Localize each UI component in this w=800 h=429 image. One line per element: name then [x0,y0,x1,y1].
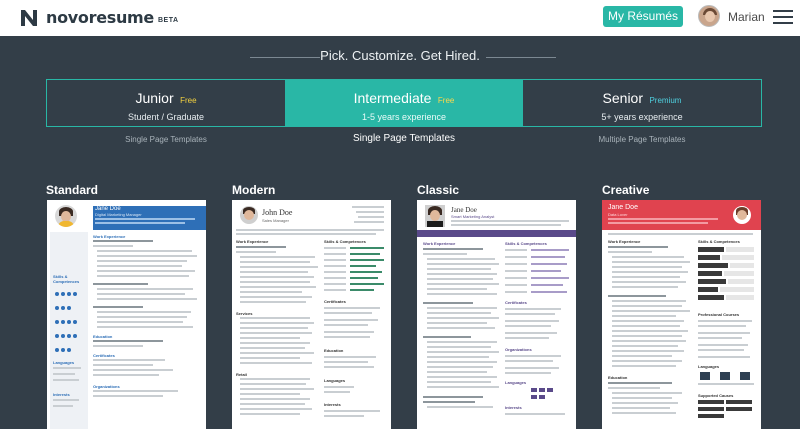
junior-templates-label: Single Page Templates [125,135,207,144]
template-title-creative: Creative [602,183,650,197]
resume-photo [425,205,445,227]
resume-role: Smart Marketing Analyst [451,214,495,219]
tagline: Pick. Customize. Get Hired. [320,48,480,63]
resume-role: Data Lover [608,212,628,217]
novoresume-logo-icon [20,9,38,27]
tab-subtitle: 5+ years experience [601,112,683,122]
resume-photo [240,206,258,224]
tab-badge: Free [180,96,197,105]
divider [486,57,556,58]
tab-senior[interactable]: Senior Premium 5+ years experience [523,80,761,126]
tab-badge: Premium [649,96,682,105]
experience-level-tabs: Junior Free Student / Graduate Intermedi… [46,79,762,127]
template-card-creative[interactable]: Jane Doe Data Lover Work Experience Educ… [602,200,761,429]
resume-photo [55,205,77,227]
tab-label: Senior [602,90,643,106]
beta-badge: BETA [158,17,179,24]
resume-name: Jane Doe [608,204,638,211]
hamburger-menu-icon[interactable] [773,10,793,24]
contact-bar [417,230,576,237]
template-card-standard[interactable]: Jane Doe Digital Marketing Manager Work … [47,200,206,429]
tab-junior[interactable]: Junior Free Student / Graduate [47,80,285,126]
username[interactable]: Marian [728,10,765,24]
template-title-standard: Standard [46,183,99,197]
intermediate-templates-label: Single Page Templates [352,133,456,144]
tab-label: Junior [135,90,174,106]
resume-role: Sales Manager [262,218,289,223]
logo[interactable]: novoresume BETA [20,8,179,27]
tab-subtitle: 1-5 years experience [361,112,447,122]
template-title-modern: Modern [232,183,276,197]
logo-text: novoresume [46,8,154,27]
resume-name: John Doe [262,208,293,217]
resume-photo [733,206,751,224]
tab-subtitle: Student / Graduate [127,112,205,122]
tab-label: Intermediate [353,90,432,106]
tab-badge: Free [437,96,455,105]
template-card-classic[interactable]: Jane Doe Smart Marketing Analyst Work Ex… [417,200,576,429]
resume-name: Jane Doe [451,206,477,214]
template-card-modern[interactable]: John Doe Sales Manager Work Experience S… [232,200,391,429]
template-title-classic: Classic [417,183,460,197]
my-resumes-button[interactable]: My Résumés [603,6,683,27]
avatar[interactable] [698,5,720,27]
senior-templates-label: Multiple Page Templates [598,135,686,144]
tab-intermediate[interactable]: Intermediate Free 1-5 years experience [285,80,523,126]
top-bar: novoresume BETA My Résumés Marian [0,0,800,36]
resume-role: Digital Marketing Manager [95,212,142,217]
